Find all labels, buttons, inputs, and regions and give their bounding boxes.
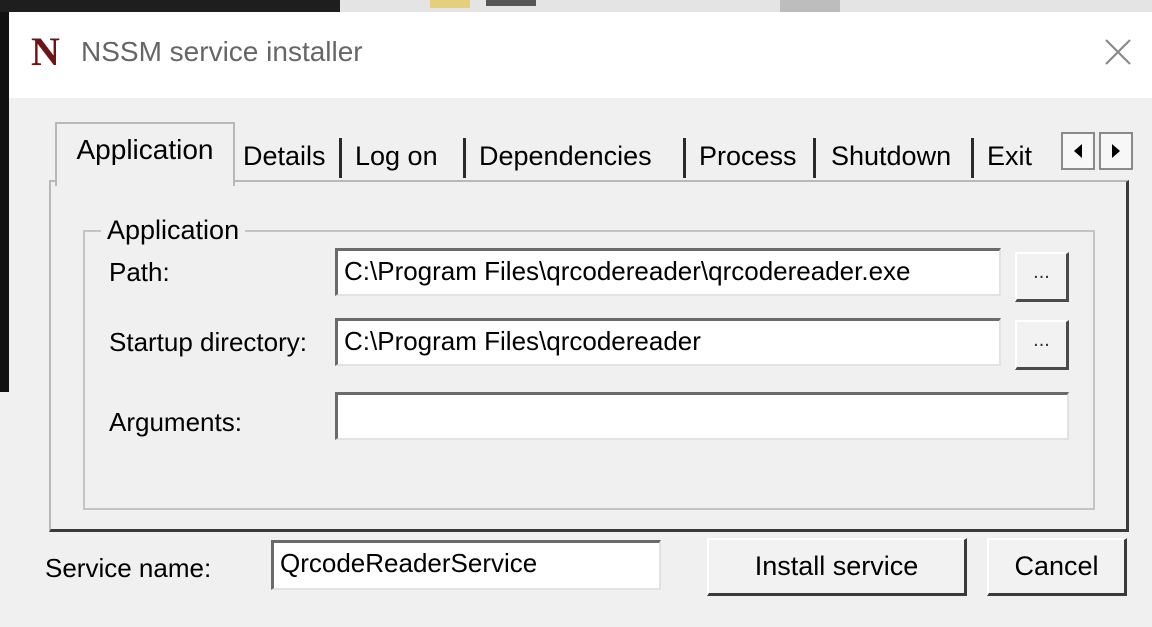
tab-shutdown[interactable]: Shutdown — [831, 134, 965, 178]
close-icon — [1105, 39, 1131, 65]
path-label: Path: — [109, 257, 170, 287]
path-input[interactable]: C:\Program Files\qrcodereader\qrcoderead… — [335, 248, 1001, 296]
background-text-fragment — [486, 0, 536, 6]
tab-label: Application — [76, 134, 214, 165]
startup-directory-input[interactable]: C:\Program Files\qrcodereader — [335, 318, 1001, 366]
tab-separator — [339, 138, 342, 178]
background-folder-icon — [430, 0, 470, 8]
tab-label: Exit — [987, 141, 1033, 171]
tab-details[interactable]: Details — [243, 134, 335, 178]
group-legend: Application — [101, 212, 246, 248]
background-left-edge — [0, 12, 9, 392]
window-title: NSSM service installer — [81, 36, 363, 67]
background-dark-region — [0, 0, 340, 12]
arguments-label: Arguments: — [109, 407, 242, 437]
title-bar[interactable]: N NSSM service installer — [9, 12, 1152, 98]
background-window-strip — [0, 0, 1152, 12]
install-service-button[interactable]: Install service — [707, 538, 967, 596]
tab-strip: Application Details Log on Dependencies … — [49, 118, 1139, 186]
cancel-button[interactable]: Cancel — [987, 538, 1127, 596]
tab-dependencies[interactable]: Dependencies — [479, 134, 674, 178]
tab-separator — [971, 138, 974, 178]
application-group-box: Application Path: C:\Program Files\qrcod… — [83, 212, 1095, 510]
arguments-input[interactable] — [335, 392, 1069, 440]
tab-label: Shutdown — [831, 141, 952, 171]
tab-scroll-controls — [1061, 132, 1135, 170]
nssm-logo-icon: N — [31, 29, 60, 74]
service-name-label: Service name: — [45, 553, 212, 583]
tab-separator — [463, 138, 466, 178]
tab-label: Log on — [355, 141, 438, 171]
close-button[interactable] — [1094, 30, 1142, 74]
tab-scroll-left-button[interactable] — [1061, 132, 1095, 170]
background-gray-region — [780, 0, 840, 12]
tab-label: Details — [243, 141, 326, 171]
tab-label: Process — [699, 141, 797, 171]
screen: N NSSM service installer Application Det… — [0, 0, 1152, 627]
service-name-input[interactable]: QrcodeReaderService — [271, 540, 661, 590]
tab-log-on[interactable]: Log on — [355, 134, 455, 178]
arrow-left-icon — [1074, 144, 1082, 158]
tab-separator — [813, 138, 816, 178]
tab-separator — [683, 138, 686, 178]
application-tab-page: Application Path: C:\Program Files\qrcod… — [49, 180, 1129, 532]
startup-directory-browse-button[interactable]: ... — [1015, 320, 1069, 370]
tab-label: Dependencies — [479, 141, 652, 171]
path-browse-button[interactable]: ... — [1015, 252, 1069, 302]
tab-scroll-right-button[interactable] — [1099, 132, 1133, 170]
arrow-right-icon — [1112, 144, 1120, 158]
tab-process[interactable]: Process — [699, 134, 809, 178]
tab-application[interactable]: Application — [55, 122, 235, 186]
tab-exit[interactable]: Exit — [987, 134, 1059, 178]
nssm-installer-window: N NSSM service installer Application Det… — [9, 12, 1152, 627]
startup-directory-label: Startup directory: — [109, 327, 307, 357]
